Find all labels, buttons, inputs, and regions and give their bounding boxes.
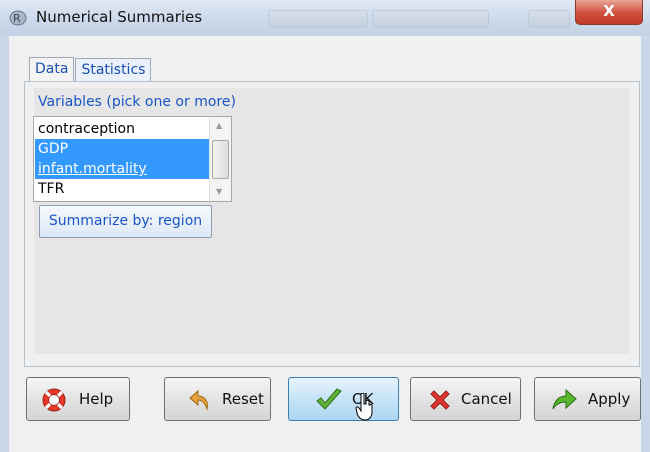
help-label: Help — [79, 390, 114, 408]
list-item-tfr[interactable]: TFR — [35, 179, 210, 199]
variables-listbox[interactable]: contraception GDP infant.mortality TFR ▲… — [33, 116, 232, 202]
title-bar[interactable]: R Numerical Summaries X — [0, 0, 650, 37]
undo-icon — [189, 389, 208, 411]
notebook-tabs: Data Statistics — [29, 57, 152, 82]
svg-text:R: R — [13, 12, 21, 25]
reset-label: Reset — [222, 390, 264, 408]
apply-label: Apply — [588, 390, 631, 408]
listbox-scrollbar[interactable]: ▲ ▼ — [209, 117, 231, 201]
mouse-cursor-icon — [355, 393, 373, 421]
cancel-label: Cancel — [461, 390, 512, 408]
ok-button[interactable]: OK — [288, 377, 399, 421]
reset-button[interactable]: Reset — [164, 377, 271, 421]
scroll-down-icon[interactable]: ▼ — [216, 187, 222, 196]
checkmark-icon — [316, 388, 342, 410]
close-button[interactable]: X — [575, 0, 643, 25]
list-item-gdp[interactable]: GDP — [35, 139, 210, 159]
help-icon — [42, 388, 66, 412]
window-frame — [0, 36, 9, 452]
background-taskbar-item — [268, 10, 368, 28]
app-icon: R — [9, 10, 27, 26]
list-item-contraception[interactable]: contraception — [35, 119, 210, 139]
background-taskbar-item — [528, 10, 570, 28]
forward-arrow-icon — [552, 388, 577, 410]
tab-statistics[interactable]: Statistics — [75, 58, 152, 81]
close-icon: X — [603, 2, 615, 20]
variables-label: Variables (pick one or more) — [38, 94, 236, 110]
scrollbar-thumb[interactable] — [212, 140, 229, 179]
help-button[interactable]: Help — [26, 377, 130, 421]
window-title: Numerical Summaries — [36, 8, 203, 26]
list-item-infant-mortality[interactable]: infant.mortality — [35, 159, 210, 179]
tab-data[interactable]: Data — [29, 57, 75, 82]
background-taskbar-item — [372, 10, 489, 28]
window-frame — [641, 36, 650, 452]
scroll-up-icon[interactable]: ▲ — [216, 121, 222, 130]
dialog-window: R Numerical Summaries X Data Statistics … — [0, 0, 650, 452]
cancel-x-icon — [430, 390, 450, 410]
cancel-button[interactable]: Cancel — [410, 377, 521, 421]
summarize-by-button[interactable]: Summarize by: region — [39, 205, 212, 238]
apply-button[interactable]: Apply — [534, 377, 641, 421]
